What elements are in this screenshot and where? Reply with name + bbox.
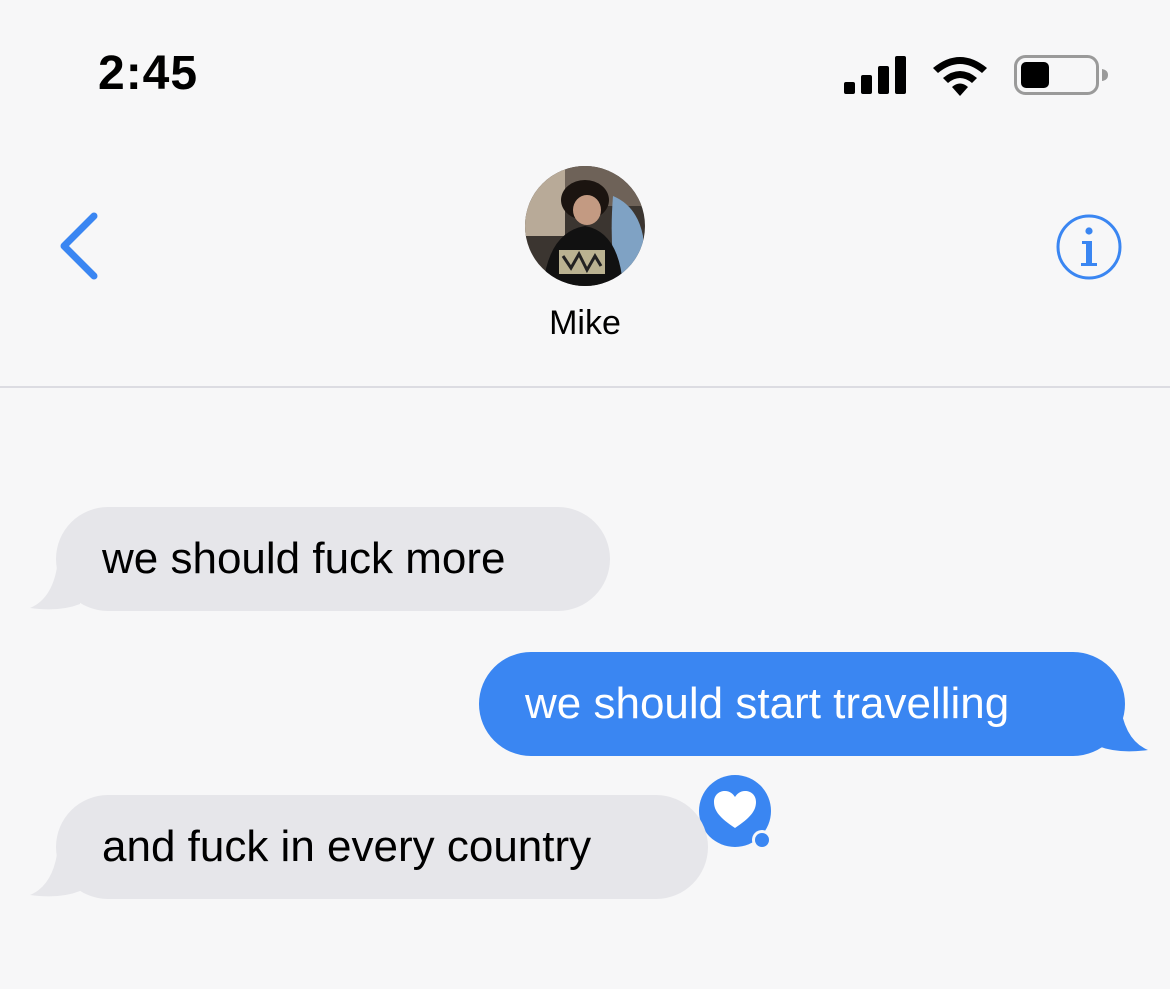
contact-name[interactable]: Mike <box>0 304 1170 343</box>
avatar-photo <box>525 166 645 286</box>
conversation-header: Mike <box>0 140 1170 388</box>
info-icon[interactable] <box>1054 212 1124 282</box>
message-received-1[interactable]: we should fuck more <box>56 507 610 611</box>
status-time: 2:45 <box>98 47 199 100</box>
message-sent-1[interactable]: we should start travelling <box>479 652 1125 756</box>
chevron-left-icon[interactable] <box>54 210 106 282</box>
status-bar: 2:45 <box>0 0 1170 140</box>
wifi-icon <box>933 57 987 96</box>
header-divider <box>0 386 1170 388</box>
battery-icon <box>1014 55 1108 95</box>
cellular-signal-icon <box>844 56 906 94</box>
contact-avatar[interactable] <box>525 166 645 286</box>
message-received-2[interactable]: and fuck in every country <box>56 795 708 899</box>
